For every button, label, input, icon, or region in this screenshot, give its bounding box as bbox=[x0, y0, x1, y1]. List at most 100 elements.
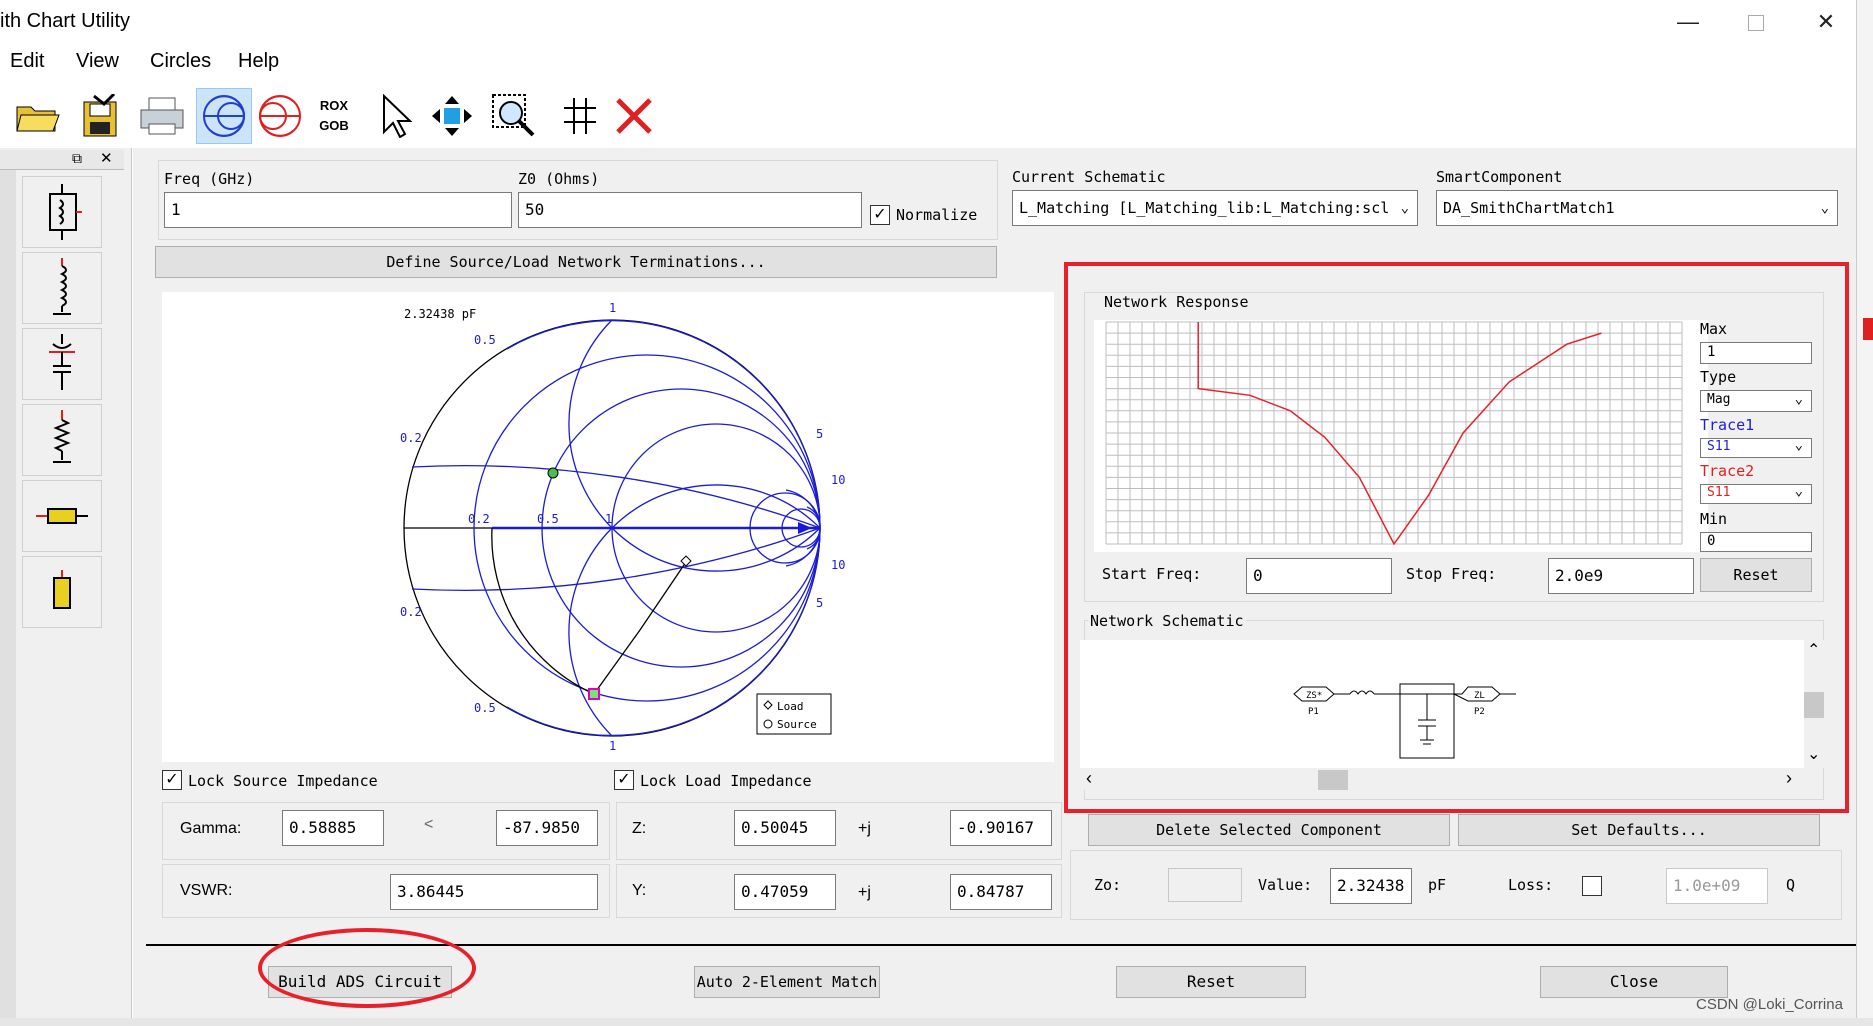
loss-label: Loss: bbox=[1508, 876, 1554, 894]
delete-selected-component-button[interactable]: Delete Selected Component bbox=[1088, 814, 1450, 846]
smith-y-button[interactable] bbox=[252, 88, 308, 144]
zoom-button[interactable] bbox=[486, 88, 542, 144]
normalize-label: Normalize bbox=[896, 206, 978, 224]
y-imag-input[interactable]: 0.84787 bbox=[950, 874, 1052, 910]
set-defaults-button[interactable]: Set Defaults... bbox=[1458, 814, 1820, 846]
red-badge-icon bbox=[1863, 318, 1873, 340]
print-icon bbox=[140, 97, 184, 135]
reset-button[interactable]: Reset bbox=[1116, 966, 1306, 998]
gamma-label: Gamma: bbox=[180, 820, 242, 837]
current-schematic-select[interactable]: L_Matching [L_Matching_lib:L_Matching:sc… bbox=[1012, 190, 1418, 226]
palette-close-icon[interactable]: ✕ bbox=[100, 149, 113, 167]
smart-component-select[interactable]: DA_SmithChartMatch1 ⌄ bbox=[1436, 190, 1838, 226]
background-app-edge bbox=[1856, 0, 1873, 1018]
palette-transformer[interactable] bbox=[22, 176, 102, 248]
open-button[interactable] bbox=[10, 88, 66, 144]
move-button[interactable] bbox=[424, 88, 480, 144]
z-j-label: +j bbox=[858, 820, 871, 837]
legend-load: Load bbox=[777, 700, 804, 713]
value-unit: pF bbox=[1428, 876, 1447, 894]
palette-shunt-capacitor[interactable] bbox=[22, 328, 102, 400]
q-label: Q bbox=[1786, 876, 1796, 894]
smart-component-label: SmartComponent bbox=[1436, 168, 1563, 186]
palette-shunt-resistor[interactable] bbox=[22, 404, 102, 476]
menu-view[interactable]: View bbox=[76, 50, 119, 73]
palette-edge bbox=[0, 170, 16, 1026]
scale-label: 0.2 bbox=[468, 512, 490, 526]
y-real-input[interactable]: 0.47059 bbox=[734, 874, 836, 910]
load-trajectory-line bbox=[593, 561, 687, 695]
bottom-strip bbox=[0, 1018, 1873, 1026]
menu-edit[interactable]: Edit bbox=[10, 50, 44, 73]
menu-circles[interactable]: Circles bbox=[150, 50, 211, 73]
current-point-marker bbox=[588, 688, 600, 700]
palette-open-stub[interactable] bbox=[22, 556, 102, 628]
palette-series-inductor[interactable] bbox=[22, 252, 102, 324]
z0-input[interactable]: 50 bbox=[518, 192, 862, 228]
menu-help[interactable]: Help bbox=[238, 50, 279, 73]
lock-load-checkbox[interactable]: ✓ bbox=[614, 770, 634, 790]
smart-component-value: DA_SmithChartMatch1 bbox=[1443, 199, 1615, 217]
freq-label: Freq (GHz) bbox=[164, 170, 255, 188]
zo-input[interactable] bbox=[1168, 868, 1242, 902]
title-bar bbox=[0, 0, 1873, 44]
load-marker bbox=[680, 555, 692, 567]
scale-label: 0.5 bbox=[474, 333, 496, 347]
scale-label: 0.2 bbox=[400, 431, 422, 445]
pointer-icon bbox=[383, 94, 413, 138]
scale-label: 5 bbox=[816, 596, 823, 610]
save-button[interactable] bbox=[72, 88, 128, 144]
float-icon[interactable]: ⧉ bbox=[72, 150, 82, 167]
q-input[interactable]: 1.0e+09 bbox=[1666, 868, 1768, 904]
value-input[interactable]: 2.32438 bbox=[1330, 868, 1412, 904]
normalize-checkbox[interactable]: ✓ bbox=[870, 205, 890, 225]
transformer-icon bbox=[49, 184, 82, 240]
scale-label: 1 bbox=[605, 512, 612, 526]
watermark: CSDN @Loki_Corrina bbox=[1696, 996, 1843, 1013]
x-arc-0.2-neg bbox=[411, 527, 821, 592]
window-title: ith Chart Utility bbox=[0, 10, 131, 32]
minimize-button[interactable]: — bbox=[1668, 8, 1708, 36]
delete-icon bbox=[616, 98, 652, 134]
maximize-button[interactable] bbox=[1736, 8, 1776, 36]
define-terminations-button[interactable]: Define Source/Load Network Terminations.… bbox=[155, 246, 997, 278]
palette-series-resistor[interactable] bbox=[22, 480, 102, 552]
split-button[interactable] bbox=[552, 88, 608, 144]
source-marker bbox=[547, 467, 559, 479]
lock-source-checkbox[interactable]: ✓ bbox=[162, 770, 182, 790]
current-schematic-label: Current Schematic bbox=[1012, 168, 1166, 186]
smith-z-button[interactable] bbox=[196, 88, 252, 144]
print-button[interactable] bbox=[134, 88, 190, 144]
open-folder-icon bbox=[16, 106, 60, 132]
shunt-capacitor-icon bbox=[49, 334, 75, 390]
palette-header: ⧉ ✕ bbox=[0, 150, 124, 170]
gamma-angle-input[interactable]: -87.9850 bbox=[496, 810, 598, 846]
delete-button[interactable] bbox=[606, 88, 662, 144]
close-button[interactable]: Close bbox=[1540, 966, 1728, 998]
z0-label: Z0 (Ohms) bbox=[518, 170, 600, 188]
z-imag-input[interactable]: -0.90167 bbox=[950, 810, 1052, 846]
load-trajectory-arc bbox=[491, 527, 595, 695]
series-inductor-icon bbox=[53, 258, 71, 315]
gamma-mag-input[interactable]: 0.58885 bbox=[282, 810, 384, 846]
smith-chart[interactable]: 1 0.5 0.2 0.2 0.5 1 5 10 10 5 0.2 0.5 1 … bbox=[162, 292, 1054, 762]
lock-source-label: Lock Source Impedance bbox=[188, 772, 378, 790]
smith-chart-area[interactable]: 1 0.5 0.2 0.2 0.5 1 5 10 10 5 0.2 0.5 1 … bbox=[162, 292, 1054, 762]
loss-checkbox[interactable] bbox=[1582, 876, 1602, 896]
close-window-button[interactable]: ✕ bbox=[1806, 8, 1846, 36]
legend-source: Source bbox=[777, 718, 817, 731]
auto-2-element-match-button[interactable]: Auto 2-Element Match bbox=[694, 966, 880, 998]
smith-chart-z-icon bbox=[203, 95, 245, 137]
freq-input[interactable]: 1 bbox=[164, 192, 512, 228]
zoom-icon bbox=[492, 94, 535, 137]
shunt-resistor-icon bbox=[53, 410, 71, 463]
maximize-icon bbox=[1748, 15, 1764, 32]
move-icon bbox=[432, 96, 472, 136]
pointer-button[interactable] bbox=[368, 88, 424, 144]
vswr-input[interactable]: 3.86445 bbox=[390, 874, 598, 910]
rox-gob-button[interactable]: ROX GOB bbox=[306, 88, 362, 144]
z-real-input[interactable]: 0.50045 bbox=[734, 810, 836, 846]
rox-label: ROX bbox=[319, 98, 349, 113]
minimize-icon: — bbox=[1677, 9, 1699, 34]
scale-label: 0.5 bbox=[474, 701, 496, 715]
